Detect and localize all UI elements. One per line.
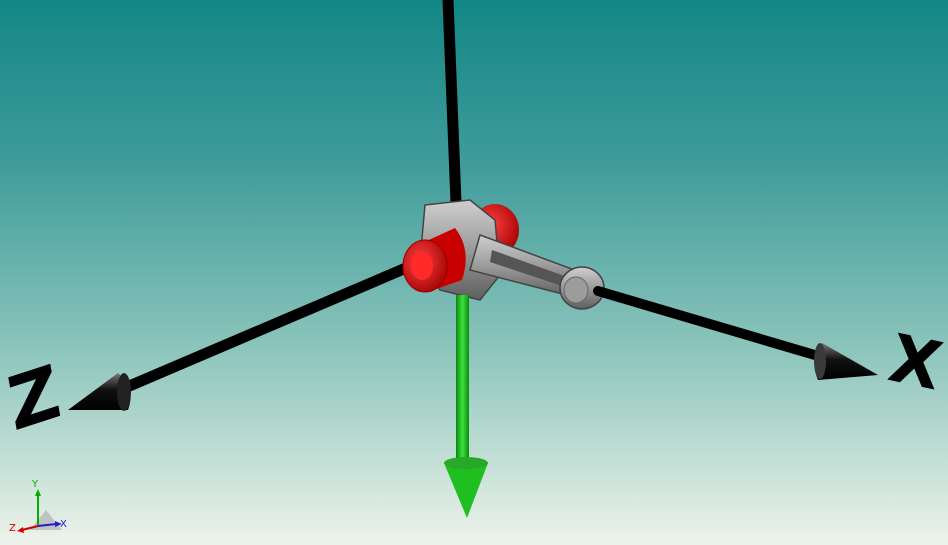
3d-viewport[interactable]: Z X Y Z X [0, 0, 948, 545]
scene-canvas [68, 0, 878, 518]
triad-icon [17, 489, 62, 533]
triad-x-label: X [60, 519, 67, 530]
triad-z-label: Z [9, 523, 16, 534]
z-axis-line [114, 256, 426, 396]
x-axis-arrowhead [814, 343, 878, 380]
z-axis-arrowhead [68, 373, 131, 411]
orientation-triad[interactable]: Y Z X [8, 480, 70, 540]
gravity-arrow[interactable] [444, 295, 488, 518]
x-axis-line [593, 286, 830, 363]
y-axis-line [442, 0, 463, 234]
triad-y-label: Y [32, 479, 39, 490]
